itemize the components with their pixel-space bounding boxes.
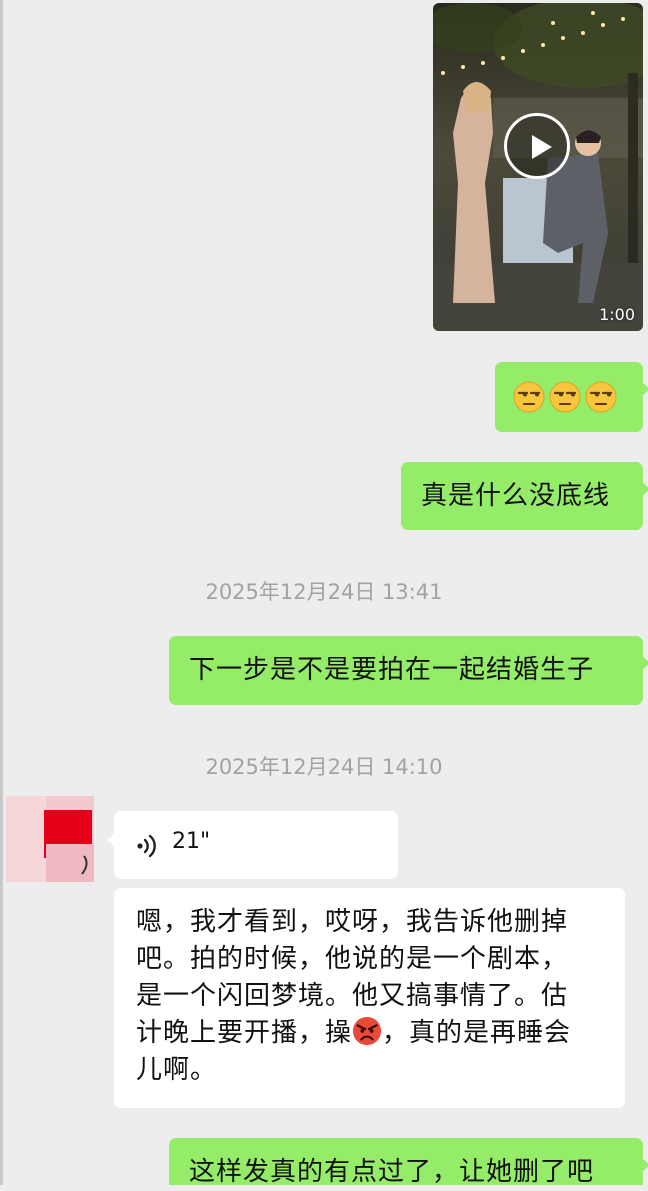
voice-message[interactable]: 21" bbox=[107, 811, 398, 879]
message-bubble-sent[interactable]: 真是什么没底线 bbox=[401, 462, 648, 530]
message-bubble-received[interactable]: 嗯，我才看到，哎呀，我告诉他删掉 吧。拍的时候，他说的是一个剧本， 是一个闪回梦… bbox=[114, 888, 625, 1108]
unamused-face-icon bbox=[585, 381, 617, 413]
message-text: 真是什么没底线 bbox=[421, 481, 611, 511]
voice-length: 21" bbox=[172, 829, 211, 854]
timestamp: 2025年12月24日 13:41 bbox=[205, 580, 443, 604]
timestamp: 2025年12月24日 14:10 bbox=[205, 755, 443, 779]
message-line: 嗯，我才看到，哎呀，我告诉他删掉 bbox=[136, 907, 569, 937]
video-message[interactable]: 1:00 bbox=[433, 3, 643, 331]
emoji-message-bubble[interactable] bbox=[495, 362, 648, 432]
message-line: 儿啊。 bbox=[136, 1055, 218, 1085]
message-line: 吧。拍的时候，他说的是一个剧本， bbox=[136, 944, 569, 974]
message-text: 下一步是不是要拍在一起结婚生子 bbox=[189, 655, 595, 685]
unamused-face-icon bbox=[549, 381, 581, 413]
message-line-with-emoji: 计晚上要开播，操 ，真的是再睡会 bbox=[136, 1015, 571, 1052]
message-bubble-sent[interactable]: 下一步是不是要拍在一起结婚生子 bbox=[169, 636, 648, 705]
avatar[interactable] bbox=[6, 796, 94, 882]
angry-face-icon bbox=[352, 1016, 382, 1046]
message-line: 是一个闪回梦境。他又搞事情了。估 bbox=[136, 981, 569, 1011]
message-fragment: ，真的是再睡会 bbox=[382, 1018, 572, 1048]
message-bubble-sent[interactable]: 这样发真的有点过了，让她删了吧 bbox=[169, 1138, 648, 1187]
unamused-face-icon bbox=[513, 381, 545, 413]
message-text: 这样发真的有点过了，让她删了吧 bbox=[189, 1157, 595, 1187]
avatar-image bbox=[6, 796, 94, 882]
message-fragment: 计晚上要开播，操 bbox=[136, 1018, 353, 1048]
voice-wave-icon bbox=[137, 834, 156, 858]
video-duration: 1:00 bbox=[599, 305, 635, 324]
emoji-row bbox=[513, 381, 617, 413]
message-text: 嗯，我才看到，哎呀，我告诉他删掉 吧。拍的时候，他说的是一个剧本， 是一个闪回梦… bbox=[136, 904, 571, 1089]
play-button[interactable] bbox=[504, 113, 570, 179]
